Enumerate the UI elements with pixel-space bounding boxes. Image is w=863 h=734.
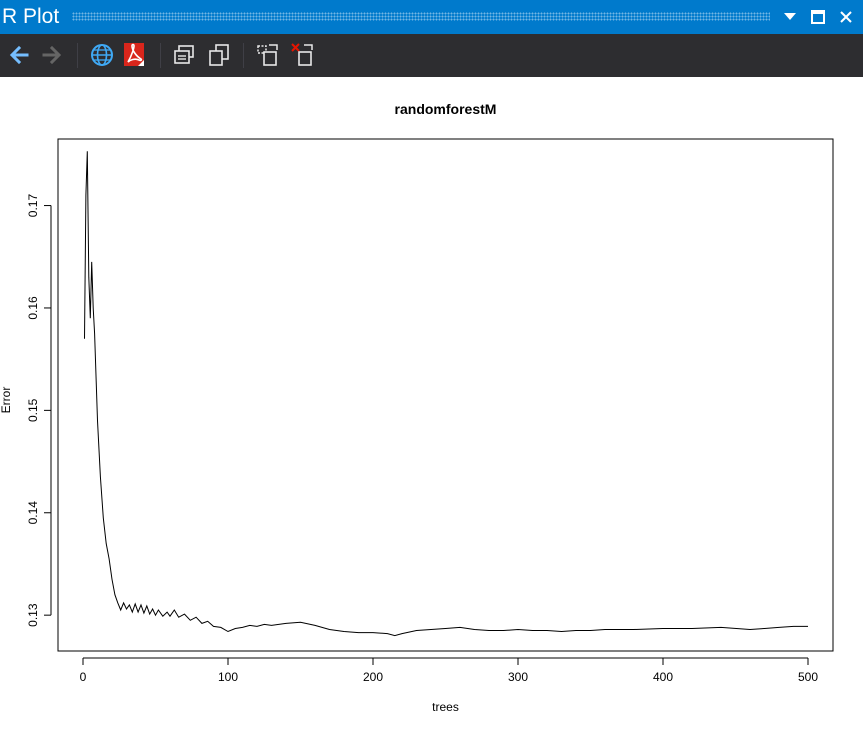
pdf-icon — [124, 43, 144, 66]
remove-plot-button[interactable] — [289, 41, 317, 69]
close-icon — [840, 11, 852, 23]
copy-bitmap-icon — [174, 45, 194, 64]
plot-frame — [57, 138, 834, 652]
chart-title: randomforestM — [395, 101, 497, 117]
copy-metafile-button[interactable] — [205, 41, 233, 69]
y-tick-label: 0.13 — [26, 603, 40, 627]
window-menu-button[interactable] — [778, 5, 802, 29]
x-tick-label: 500 — [798, 670, 818, 684]
y-axis-label: Error — [0, 387, 13, 414]
toolbar-separator — [243, 43, 244, 68]
remove-plot-icon — [291, 43, 313, 66]
toolbar-separator — [77, 43, 78, 68]
x-tick-label: 100 — [218, 670, 238, 684]
y-tick-label: 0.14 — [26, 501, 40, 525]
move-plot-button[interactable] — [254, 41, 282, 69]
window-titlebar: R Plot — [0, 0, 863, 34]
close-button[interactable] — [834, 5, 858, 29]
back-button[interactable] — [5, 41, 33, 69]
export-pdf-button[interactable] — [121, 41, 149, 69]
move-plot-icon — [257, 44, 278, 66]
toolbar-separator — [160, 43, 161, 68]
maximize-button[interactable] — [806, 5, 830, 29]
maximize-icon — [811, 10, 825, 24]
arrow-right-icon — [42, 45, 62, 65]
copy-bitmap-button[interactable] — [170, 41, 198, 69]
y-tick-label: 0.17 — [26, 194, 40, 218]
arrow-left-icon — [9, 45, 29, 65]
plot-toolbar — [0, 34, 863, 77]
x-axis-label: trees — [432, 700, 459, 714]
x-tick-label: 400 — [653, 670, 673, 684]
y-tick-label: 0.16 — [26, 296, 40, 320]
forward-button[interactable] — [38, 41, 66, 69]
x-tick-label: 200 — [363, 670, 383, 684]
x-tick-label: 0 — [80, 670, 87, 684]
globe-icon — [91, 44, 113, 66]
x-tick-label: 300 — [508, 670, 528, 684]
chevron-down-icon — [784, 13, 796, 20]
error-series-line — [84, 151, 808, 637]
window-title: R Plot — [2, 5, 60, 28]
plot-area: randomforestM 0 100 200 300 400 500 trees 0.13 0.… — [0, 77, 863, 729]
error-vs-trees-plot: randomforestM 0 100 200 300 400 500 trees 0.13 0.… — [0, 101, 834, 714]
export-image-button[interactable] — [88, 41, 116, 69]
titlebar-drag-grip[interactable] — [72, 12, 770, 21]
y-tick-label: 0.15 — [26, 398, 40, 422]
copy-metafile-icon — [209, 44, 229, 66]
